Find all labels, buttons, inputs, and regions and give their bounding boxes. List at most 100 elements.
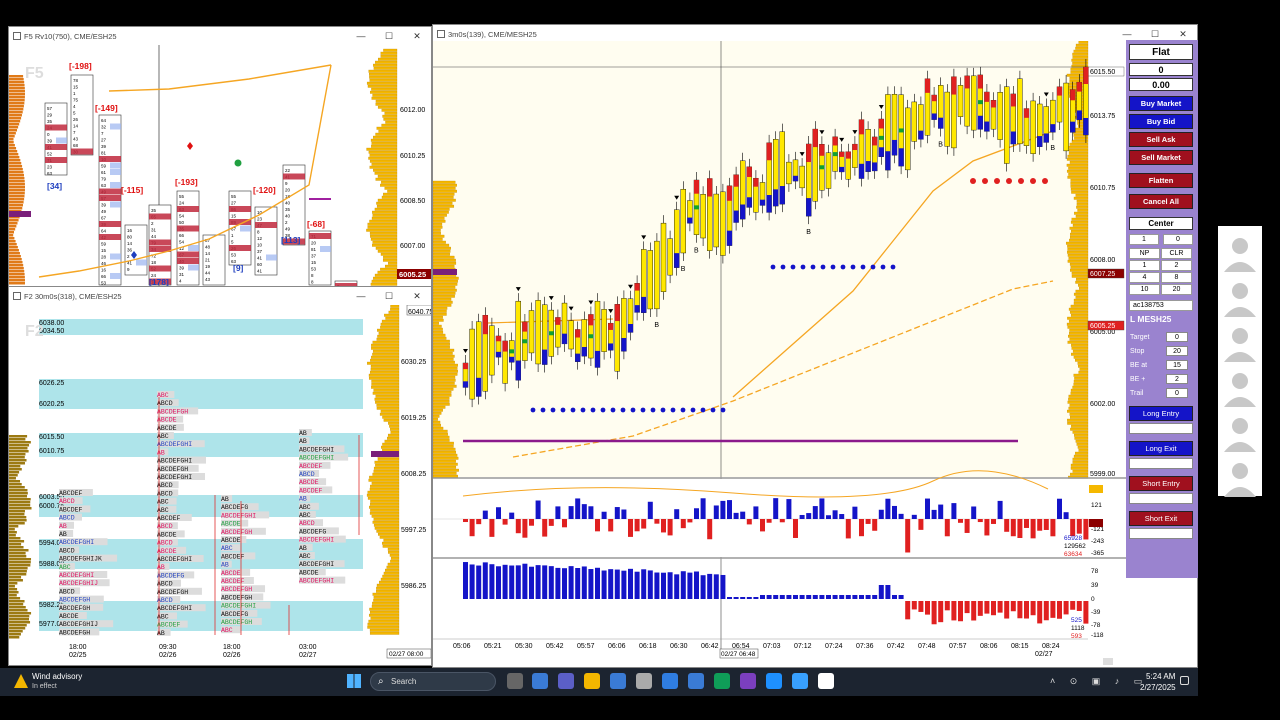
qty-preset-button[interactable]: 20 [1161, 284, 1192, 295]
volume-profile-bar [1071, 229, 1089, 233]
delta-bar [740, 511, 746, 519]
footprint-chart[interactable]: 6012.00 6010.25 6008.50 6007.00 6005.25 57 29 3… [9, 45, 431, 287]
time-axis-label: 07:03 [763, 643, 781, 650]
volume-profile-bar [9, 516, 27, 519]
flatten-button[interactable]: Flatten [1129, 173, 1193, 188]
qty-preset-button[interactable]: 2 [1161, 260, 1192, 271]
volume-delta-bar [674, 574, 680, 599]
position-status: Flat [1129, 44, 1193, 60]
bracket-field-input[interactable]: 0 [1166, 388, 1188, 398]
volume-profile-bar [1068, 145, 1089, 149]
minimize-button[interactable]: — [347, 27, 375, 45]
file-explorer-icon[interactable] [584, 673, 600, 689]
tpo-row-letters: ABCDEFGHI [59, 539, 94, 546]
footprint-cell-text: 40 [285, 214, 291, 219]
volume-profile-bar [9, 192, 25, 195]
volume-profile-bar [433, 327, 443, 331]
notification-icon[interactable] [1180, 676, 1189, 685]
participant-avatar-icon[interactable] [1222, 279, 1258, 319]
maximize-button[interactable]: ☐ [375, 27, 403, 45]
delta-bar [568, 506, 574, 519]
system-tray[interactable]: ˄ ⊙ ▣ ♪ ▭ [1050, 676, 1148, 687]
volume-profile-bar [1068, 334, 1089, 338]
volume-profile-bar [1077, 361, 1089, 365]
cancel-all-button[interactable]: Cancel All [1129, 194, 1193, 209]
copilot-icon[interactable] [532, 673, 548, 689]
visual-studio-icon[interactable] [740, 673, 756, 689]
volume-profile-bar [433, 303, 452, 307]
participant-avatar-icon[interactable] [1222, 234, 1258, 274]
footprint-cell-text: 14 [73, 124, 79, 129]
app-icon[interactable] [792, 673, 808, 689]
teams-icon[interactable] [558, 673, 574, 689]
footprint-cell-text: 54 [179, 214, 185, 219]
candle-body [911, 101, 917, 142]
weather-title[interactable]: Wind advisory [32, 672, 82, 681]
qty-preset-button[interactable]: NP [1129, 248, 1160, 259]
qty-preset-button[interactable]: 4 [1129, 272, 1160, 283]
edge-icon[interactable] [714, 673, 730, 689]
close-button[interactable]: ✕ [403, 287, 431, 305]
bracket-field-input[interactable]: 20 [1166, 346, 1188, 356]
candlestick-chart[interactable]: 6013.75 6010.75 6008.00 6005.00 6002.00 5999.… [433, 41, 1127, 667]
osc-axis-label: -118 [1091, 632, 1104, 639]
app-icon[interactable] [818, 673, 834, 689]
participant-avatar-icon[interactable] [1222, 414, 1258, 454]
volume-profile-bar [1066, 163, 1089, 167]
bracket-field-input[interactable]: 15 [1166, 360, 1188, 370]
app-icon[interactable] [662, 673, 678, 689]
signal-diamond [187, 142, 193, 150]
close-button[interactable]: ✕ [403, 27, 431, 45]
short-exit-button[interactable]: Short Exit [1129, 511, 1193, 526]
footprint-cell-text: 43 [73, 137, 79, 142]
center-button[interactable]: Center [1129, 217, 1193, 230]
search-box[interactable]: ⌕ Search [370, 672, 496, 691]
short-entry-button[interactable]: Short Entry [1129, 476, 1193, 491]
task-view-icon[interactable] [507, 673, 523, 689]
bracket-field-input[interactable]: 0 [1166, 332, 1188, 342]
minimize-button[interactable]: — [347, 287, 375, 305]
long-entry-button[interactable]: Long Entry [1129, 406, 1193, 421]
mail-icon[interactable] [688, 673, 704, 689]
volume-profile-bar [9, 126, 19, 129]
candle-ask-block [733, 174, 739, 187]
qty-preset-button[interactable]: 10 [1129, 284, 1160, 295]
delta-bar [1024, 519, 1029, 528]
long-exit-select[interactable] [1129, 458, 1193, 469]
volume-profile-bar [370, 499, 400, 503]
delta-label: [-193] [175, 177, 198, 187]
store-icon[interactable] [610, 673, 626, 689]
long-exit-button[interactable]: Long Exit [1129, 441, 1193, 456]
quantity-input[interactable]: 1 [1129, 234, 1159, 245]
volume-profile-bar [433, 366, 458, 370]
sell-market-button[interactable]: Sell Market [1129, 150, 1193, 165]
app-icon[interactable] [766, 673, 782, 689]
volume-profile-bar [1069, 142, 1089, 146]
sell-ask-button[interactable]: Sell Ask [1129, 132, 1193, 147]
weather-icon[interactable] [14, 674, 28, 688]
volume-profile-bar [433, 432, 448, 436]
price-tag-label: 6005.25 [1090, 323, 1115, 330]
app-icon[interactable] [636, 673, 652, 689]
volume-delta-bar [859, 595, 864, 599]
buy-market-button[interactable]: Buy Market [1129, 96, 1193, 111]
start-icon[interactable] [347, 674, 361, 688]
participant-avatar-icon[interactable] [1222, 369, 1258, 409]
tpo-chart[interactable]: 6040.75 6030.25 6019.25 6008.25 5997.25 5986.… [9, 305, 431, 665]
long-entry-select[interactable] [1129, 423, 1193, 434]
quantity-right[interactable]: 0 [1163, 234, 1193, 245]
short-exit-select[interactable] [1129, 528, 1193, 539]
buy-bid-button[interactable]: Buy Bid [1129, 114, 1193, 129]
bracket-field-input[interactable]: 2 [1166, 374, 1188, 384]
qty-preset-button[interactable]: 1 [1129, 260, 1160, 271]
qty-preset-button[interactable]: 8 [1161, 272, 1192, 283]
clock-date[interactable]: 2/27/2025 [1140, 683, 1176, 692]
clock-time[interactable]: 5:24 AM [1146, 672, 1175, 681]
maximize-button[interactable]: ☐ [375, 287, 403, 305]
volume-profile-bar [9, 588, 18, 591]
participant-avatar-icon[interactable] [1222, 459, 1258, 499]
participant-avatar-icon[interactable] [1222, 324, 1258, 364]
qty-preset-button[interactable]: CLR [1161, 248, 1192, 259]
account-select[interactable]: ac138753 [1129, 300, 1193, 311]
short-entry-select[interactable] [1129, 493, 1193, 504]
